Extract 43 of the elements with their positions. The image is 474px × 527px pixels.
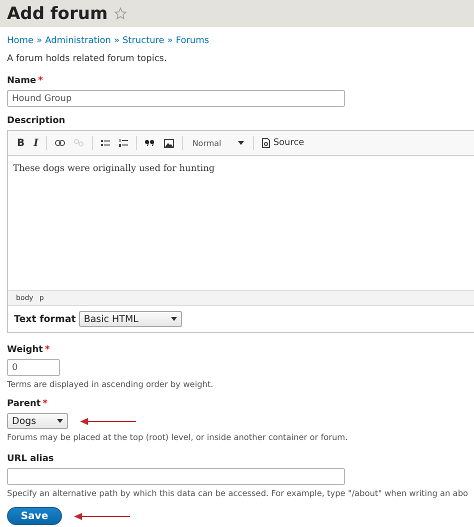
caret-icon (238, 141, 244, 145)
page-title: Add forum (7, 4, 108, 24)
image-icon (164, 138, 174, 148)
field-label: Description (7, 116, 66, 126)
bold-button[interactable]: B (14, 134, 28, 152)
url-alias-field[interactable] (7, 468, 345, 485)
format-dropdown[interactable]: Normal (188, 138, 248, 148)
name-field[interactable]: Hound Group (7, 90, 345, 107)
bulleted-list-icon (101, 139, 110, 147)
breadcrumb-separator: » (36, 36, 42, 46)
caret-icon (170, 317, 177, 321)
italic-button[interactable]: I (30, 134, 42, 152)
required-mark: * (44, 345, 50, 355)
text-format-label: Text format (14, 314, 76, 324)
quote-icon (145, 140, 156, 146)
field-label: Name (7, 76, 36, 86)
required-mark: * (42, 399, 48, 409)
breadcrumb-separator: » (167, 36, 173, 46)
star-icon[interactable] (114, 7, 127, 20)
text-format-select[interactable]: Basic HTML (78, 311, 182, 327)
breadcrumb-link[interactable]: Administration (45, 36, 111, 46)
help-text: Forums may be placed at the top (root) level, or inside another container or forum. (7, 432, 348, 442)
field-label: Weight (7, 345, 43, 355)
link-icon (55, 140, 66, 146)
field-label: URL alias (7, 454, 54, 464)
numbered-list-icon (119, 139, 128, 147)
parent-select[interactable]: Dogs (7, 413, 68, 429)
required-mark: * (38, 76, 43, 86)
breadcrumb-link[interactable]: Structure (122, 36, 164, 46)
source-icon (262, 138, 270, 148)
source-button[interactable]: Source (259, 134, 308, 152)
breadcrumb-link[interactable]: Home (7, 36, 34, 46)
unlink-icon (74, 139, 84, 147)
save-button[interactable]: Save (7, 507, 62, 525)
editor-content[interactable]: These dogs were originally used for hunting (8, 156, 474, 290)
breadcrumb-link[interactable]: Forums (176, 36, 210, 46)
help-text: Specify an alternative path by which this data can be accessed. For example, type "/about" when writing an abo (7, 488, 468, 498)
intro-text: A forum holds related forum topics. (7, 54, 168, 64)
caret-icon (57, 419, 63, 423)
weight-field[interactable]: 0 (7, 359, 60, 376)
breadcrumb-separator: » (114, 36, 120, 46)
field-label: Parent (7, 399, 41, 409)
help-text: Terms are displayed in ascending order by weight. (7, 379, 214, 389)
